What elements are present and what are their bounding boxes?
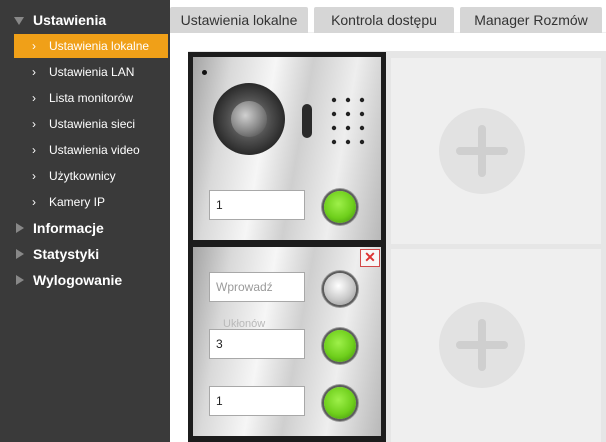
sidebar-item-ustawienia-lokalne[interactable]: › Ustawienia lokalne [14,34,168,58]
camera-module[interactable] [193,57,381,240]
section-label: Wylogowanie [33,272,123,288]
close-icon[interactable]: ✕ [360,249,380,267]
apartment-number-field[interactable] [209,386,305,416]
tab-kontrola-dostepu[interactable]: Kontrola dostępu [314,7,454,33]
sidebar-item-ustawienia-lan[interactable]: › Ustawienia LAN [14,60,168,84]
expanded-triangle-icon [14,17,24,25]
chevron-right-icon: › [32,143,36,157]
sidebar-section-ustawienia[interactable]: Ustawienia [0,9,170,31]
sidebar-item-ustawienia-sieci[interactable]: › Ustawienia sieci [14,112,168,136]
sidebar-section-statystyki[interactable]: Statystyki [0,243,170,265]
chevron-right-icon: › [32,39,36,53]
collapsed-triangle-icon [16,275,24,285]
collapsed-triangle-icon [16,249,24,259]
sidebar-section-informacje[interactable]: Informacje [0,217,170,239]
sidebar-item-uzytkownicy[interactable]: › Użytkownicy [14,164,168,188]
collapsed-triangle-icon [16,223,24,233]
camera-lens-icon [213,83,285,155]
sidebar-item-label: Ustawienia lokalne [49,39,150,53]
microphone-dot-icon [202,70,207,75]
speaker-grille-icon [330,96,372,148]
button-module[interactable]: ✕ Ukłonów [193,247,381,436]
apartment-number-field[interactable] [209,329,305,359]
sidebar-item-label: Ustawienia LAN [49,65,135,79]
section-label: Informacje [33,220,104,236]
sidebar-item-ustawienia-video[interactable]: › Ustawienia video [14,138,168,162]
tab-label: Manager Rozmów [474,12,588,28]
chevron-right-icon: › [32,117,36,131]
call-button[interactable] [324,387,356,419]
tab-ustawienia-lokalne[interactable]: Ustawienia lokalne [170,7,308,33]
door-panel: ✕ Ukłonów [188,52,386,442]
sidebar-section-wylogowanie[interactable]: Wylogowanie [0,269,170,291]
sidebar-item-kamery-ip[interactable]: › Kamery IP [14,190,168,214]
section-label: Statystyki [33,246,100,262]
chevron-right-icon: › [32,65,36,79]
sidebar-item-label: Kamery IP [49,195,106,209]
sidebar-item-lista-monitorow[interactable]: › Lista monitorów [14,86,168,110]
tab-label: Kontrola dostępu [331,12,437,28]
call-button[interactable] [324,191,356,223]
section-label: Ustawienia [33,12,107,28]
panel-editor: ✕ Ukłonów [170,33,606,442]
chevron-right-icon: › [32,169,36,183]
main-area: Ustawienia lokalne Kontrola dostępu Mana… [170,0,606,442]
lamp-slot-icon [302,104,312,138]
apartment-number-field[interactable] [209,190,305,220]
sidebar-item-label: Ustawienia sieci [49,117,136,131]
empty-slot-top[interactable] [391,58,601,244]
tab-label: Ustawienia lokalne [180,12,298,28]
empty-slot-bottom[interactable] [391,249,601,442]
call-button-inactive[interactable] [324,273,356,305]
call-button[interactable] [324,330,356,362]
sidebar-item-label: Ustawienia video [49,143,140,157]
chevron-right-icon: › [32,91,36,105]
add-slot-icon[interactable] [439,302,525,388]
add-slot-icon[interactable] [439,108,525,194]
button-label-field[interactable] [209,272,305,302]
tab-bar: Ustawienia lokalne Kontrola dostępu Mana… [170,0,606,33]
sidebar-item-label: Użytkownicy [49,169,116,183]
sidebar: Ustawienia › Ustawienia lokalne › Ustawi… [0,0,170,442]
tab-manager-rozmow[interactable]: Manager Rozmów [460,7,602,33]
chevron-right-icon: › [32,195,36,209]
sidebar-item-label: Lista monitorów [49,91,134,105]
